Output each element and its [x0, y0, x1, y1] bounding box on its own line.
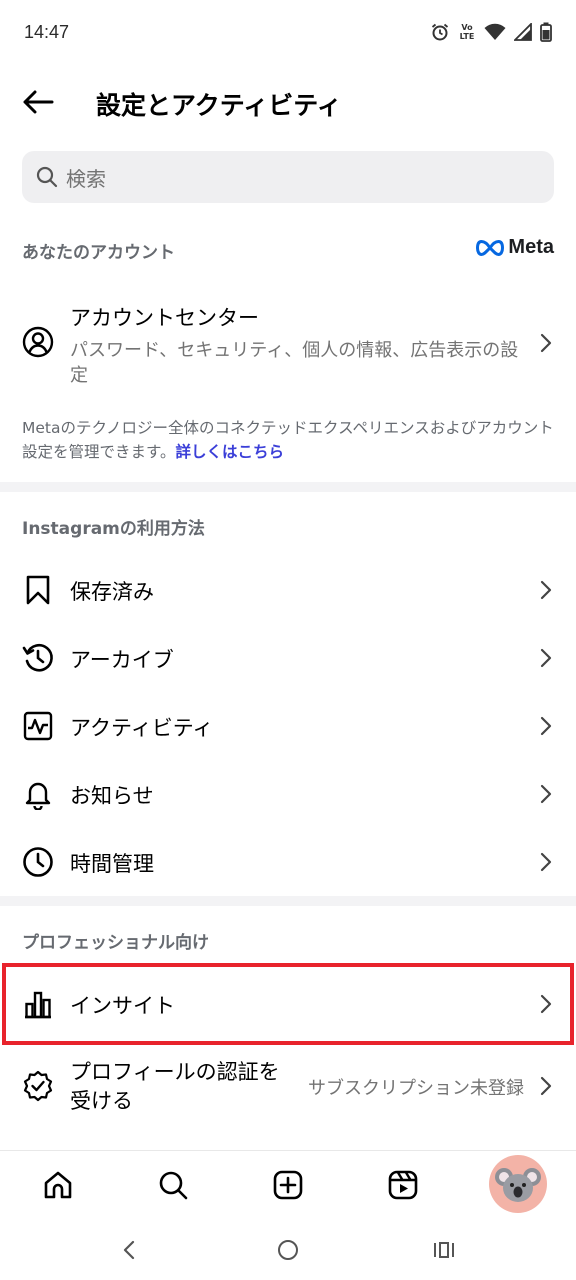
archive-history-icon	[22, 643, 53, 672]
status-time: 14:47	[24, 22, 70, 42]
system-nav-bar	[0, 1220, 576, 1280]
status-icons: Vo LTE	[430, 22, 552, 42]
back-button[interactable]	[18, 82, 58, 122]
nav-create[interactable]	[268, 1165, 308, 1205]
recents-icon	[434, 1242, 454, 1258]
menu-item-label: プロフィールの認証を受ける	[70, 1060, 280, 1113]
section-label-professional: プロフェッショナル向け	[22, 933, 209, 953]
volte-icon: Vo LTE	[459, 23, 475, 41]
meta-brand-text: Meta	[508, 236, 554, 258]
chevron-right-icon	[540, 852, 552, 872]
system-home-button[interactable]	[270, 1232, 306, 1268]
section-divider	[0, 896, 576, 906]
bookmark-icon	[26, 575, 50, 605]
menu-item-label: お知らせ	[70, 784, 154, 808]
account-center-title: アカウントセンター	[70, 306, 259, 330]
bell-icon	[25, 782, 51, 810]
meta-note: Metaのテクノロジー全体のコネクテッドエクスペリエンスおよびアカウント設定を管…	[22, 416, 562, 464]
clock-icon	[23, 847, 53, 877]
chevron-right-icon	[540, 784, 552, 804]
reels-icon	[388, 1170, 418, 1200]
header: 設定とアクティビティ	[0, 66, 576, 136]
search-icon	[36, 166, 58, 188]
nav-search[interactable]	[153, 1165, 193, 1205]
signal-icon	[514, 23, 532, 41]
circle-home-icon	[278, 1240, 298, 1260]
nav-profile-avatar[interactable]	[489, 1155, 547, 1213]
menu-item-label: アクティビティ	[70, 716, 214, 740]
section-label-usage: Instagramの利用方法	[22, 519, 205, 539]
section-divider	[0, 482, 576, 492]
meta-logo: Meta	[476, 236, 554, 259]
chevron-right-icon	[540, 580, 552, 600]
search-input[interactable]: 検索	[22, 151, 554, 203]
nav-reels[interactable]	[383, 1165, 423, 1205]
alarm-icon	[431, 23, 449, 41]
account-circle-icon	[22, 326, 54, 358]
menu-item-label: アーカイブ	[70, 648, 174, 672]
chevron-left-icon	[123, 1240, 135, 1260]
section-label-account: あなたのアカウント	[22, 243, 175, 263]
bottom-nav	[0, 1150, 576, 1220]
meta-note-text: Metaのテクノロジー全体のコネクテッドエクスペリエンスおよびアカウント設定を管…	[22, 419, 554, 461]
verified-badge-icon	[23, 1070, 53, 1102]
menu-item-notifications[interactable]: お知らせ	[0, 760, 576, 828]
activity-icon	[23, 711, 53, 741]
chevron-right-icon	[540, 1076, 552, 1096]
menu-item-saved[interactable]: 保存済み	[0, 556, 576, 624]
subscription-status: サブスクリプション未登録	[308, 1078, 524, 1099]
chevron-right-icon	[540, 333, 552, 353]
create-icon	[273, 1170, 303, 1200]
back-arrow-icon	[23, 90, 54, 114]
meta-infinity-icon	[476, 239, 505, 256]
status-bar: 14:47 Vo LTE	[0, 0, 576, 66]
menu-item-time-management[interactable]: 時間管理	[0, 828, 576, 896]
menu-item-label: 保存済み	[70, 580, 154, 604]
search-icon	[159, 1171, 188, 1200]
chevron-right-icon	[540, 648, 552, 668]
highlight-box	[2, 963, 574, 1045]
system-back-button[interactable]	[112, 1232, 148, 1268]
home-icon	[44, 1171, 72, 1199]
search-placeholder: 検索	[66, 166, 106, 191]
account-center-row[interactable]: アカウントセンター パスワード、セキュリティ、個人の情報、広告表示の設定	[0, 290, 576, 400]
chevron-right-icon	[540, 716, 552, 736]
page-title: 設定とアクティビティ	[96, 91, 342, 120]
battery-icon	[540, 22, 552, 42]
learn-more-link[interactable]: 詳しくはこちら	[175, 443, 284, 461]
system-recents-button[interactable]	[426, 1232, 462, 1268]
menu-item-activity[interactable]: アクティビティ	[0, 692, 576, 760]
menu-item-archive[interactable]: アーカイブ	[0, 624, 576, 692]
menu-item-label: 時間管理	[70, 852, 154, 876]
menu-item-verification[interactable]: プロフィールの認証を受ける サブスクリプション未登録	[0, 1050, 576, 1124]
wifi-icon	[484, 23, 506, 40]
account-center-subtitle: パスワード、セキュリティ、個人の情報、広告表示の設定	[70, 340, 519, 386]
koala-avatar-icon	[495, 1168, 541, 1202]
nav-home[interactable]	[38, 1165, 78, 1205]
